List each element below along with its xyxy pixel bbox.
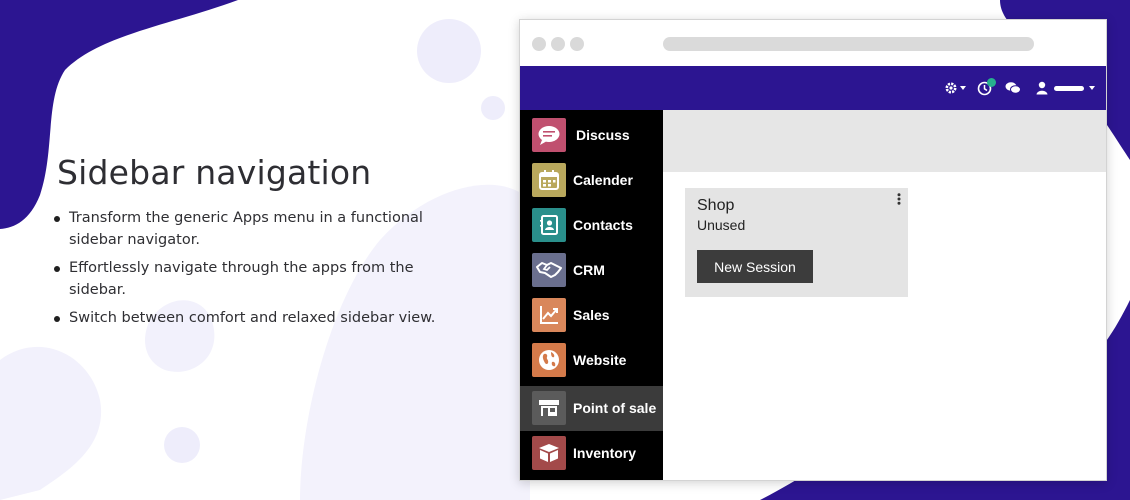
- user-icon[interactable]: [1036, 81, 1048, 98]
- chevron-down-icon[interactable]: [960, 86, 966, 90]
- calendar-icon: [532, 163, 566, 197]
- sidebar-item-sales[interactable]: Sales: [520, 293, 663, 338]
- sidebar-item-label: CRM: [573, 262, 605, 278]
- pos-card-status: Unused: [697, 217, 746, 233]
- trend-chart-icon: [532, 298, 566, 332]
- pos-card-title: Shop: [697, 197, 735, 214]
- sidebar-item-label: Contacts: [573, 217, 633, 233]
- browser-window: Discuss Calender Contacts CRM Sales Webs…: [519, 19, 1107, 481]
- user-name-placeholder[interactable]: [1054, 86, 1084, 91]
- chevron-down-icon[interactable]: [1089, 86, 1095, 90]
- chat-icon[interactable]: [1005, 81, 1021, 98]
- sidebar-item-label: Website: [573, 352, 627, 368]
- sidebar-item-contacts[interactable]: Contacts: [520, 203, 663, 248]
- window-dot[interactable]: [551, 37, 565, 51]
- gear-icon[interactable]: [944, 81, 958, 98]
- sidebar-item-label: Sales: [573, 307, 610, 323]
- top-navbar: [520, 66, 1106, 110]
- feature-item: Switch between comfort and relaxed sideb…: [53, 307, 473, 329]
- feature-list: Transform the generic Apps menu in a fun…: [53, 207, 473, 335]
- sidebar-item-label: Discuss: [576, 127, 630, 143]
- window-dot[interactable]: [532, 37, 546, 51]
- contact-card-icon: [532, 208, 566, 242]
- address-bar[interactable]: [663, 37, 1034, 51]
- sidebar-item-calender[interactable]: Calender: [520, 158, 663, 203]
- control-panel: [663, 110, 1106, 172]
- store-icon: [532, 391, 566, 425]
- sidebar-item-website[interactable]: Website: [520, 338, 663, 383]
- window-dot[interactable]: [570, 37, 584, 51]
- feature-item: Transform the generic Apps menu in a fun…: [53, 207, 473, 251]
- pos-card: Shop Unused New Session: [685, 188, 908, 297]
- sidebar-item-inventory[interactable]: Inventory: [520, 431, 663, 476]
- new-session-button[interactable]: New Session: [697, 250, 813, 283]
- sidebar: Discuss Calender Contacts CRM Sales Webs…: [520, 110, 663, 480]
- box-icon: [532, 436, 566, 470]
- kebab-menu-icon[interactable]: [897, 193, 901, 207]
- sidebar-item-label: Point of sale: [573, 400, 657, 416]
- sidebar-item-point-of-sale[interactable]: Point of sale: [520, 386, 663, 431]
- sidebar-item-crm[interactable]: CRM: [520, 248, 663, 293]
- browser-chrome: [520, 20, 1106, 66]
- sidebar-item-label: Inventory: [573, 445, 637, 461]
- chat-bubble-icon: [532, 118, 566, 152]
- globe-icon: [532, 343, 566, 377]
- handshake-icon: [532, 253, 566, 287]
- page-title: Sidebar navigation: [57, 153, 372, 192]
- feature-item: Effortlessly navigate through the apps f…: [53, 257, 473, 301]
- activity-badge: [987, 78, 996, 87]
- sidebar-item-label: Calender: [573, 172, 633, 188]
- sidebar-item-discuss[interactable]: Discuss: [520, 113, 663, 158]
